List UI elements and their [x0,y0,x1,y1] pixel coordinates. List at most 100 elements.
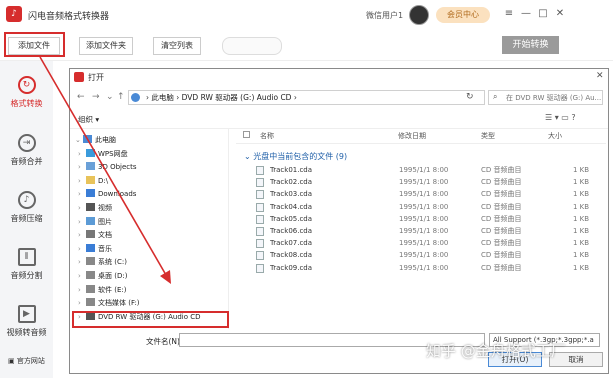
tree-item-label: 文档媒体 (F:) [98,299,140,308]
tree-item-label: 桌面 (D:) [98,272,128,280]
maximize-button[interactable]: □ [537,8,549,20]
close-button[interactable]: ✕ [554,8,566,20]
chevron-icon[interactable]: › [78,284,86,297]
chevron-icon[interactable]: › [78,243,86,256]
chevron-icon[interactable]: › [78,270,86,283]
split-icon: ⫴ [17,248,36,266]
tree-item[interactable]: › WPS网盘 [78,148,128,161]
chevron-icon[interactable]: › [78,161,86,174]
file-row[interactable]: Track04.cda 1995/1/1 8:00 CD 音频曲目 1 KB [256,201,596,213]
select-all-checkbox[interactable] [243,131,250,138]
view-options-icon[interactable]: ☰ ▾ ▭ ? [545,113,576,122]
search-placeholder: 在 DVD RW 驱动器 (G:) Au... [506,94,602,102]
refresh-address-icon[interactable]: ↻ [466,92,474,102]
chevron-icon[interactable]: › [78,188,86,201]
file-name: Track01.cda [270,166,313,174]
organize-menu[interactable]: 组织 ▾ [78,114,99,125]
file-row[interactable]: Track07.cda 1995/1/1 8:00 CD 音频曲目 1 KB [256,237,596,249]
file-type: CD 音频曲目 [481,251,522,260]
add-folder-button[interactable]: 添加文件夹 [79,37,133,55]
drive-icon [86,271,95,279]
sidebar-item-video-to-audio[interactable]: ▶ 视频转音频 [0,305,53,338]
chevron-icon[interactable]: › [78,256,86,269]
tree-item[interactable]: › 3D Objects [78,161,137,174]
file-row[interactable]: Track06.cda 1995/1/1 8:00 CD 音频曲目 1 KB [256,225,596,237]
app-logo-icon: ♪ [6,6,22,22]
column-header-name[interactable]: 名称 [260,131,274,141]
sidebar-item-audio-compress[interactable]: ♪ 音频压缩 [0,191,53,224]
file-date: 1995/1/1 8:00 [399,202,449,211]
tree-item[interactable]: › D:\ [78,175,108,188]
file-row[interactable]: Track01.cda 1995/1/1 8:00 CD 音频曲目 1 KB [256,164,596,176]
file-row[interactable]: Track02.cda 1995/1/1 8:00 CD 音频曲目 1 KB [256,176,596,188]
file-date: 1995/1/1 8:00 [399,178,449,187]
pc-icon [83,135,92,143]
file-type: CD 音频曲目 [481,214,522,223]
file-date: 1995/1/1 8:00 [399,263,449,272]
minimize-button[interactable]: — [520,8,532,20]
chevron-icon[interactable]: › [78,216,86,229]
dialog-command-bar [70,110,608,129]
file-size: 1 KB [573,239,590,248]
file-type: CD 音频曲目 [481,239,522,248]
file-type: CD 音频曲目 [481,263,522,272]
avatar[interactable] [409,5,429,25]
tree-item[interactable]: ⌄ 此电脑 [75,134,116,147]
file-group-label[interactable]: ⌄ 光盘中当前包含的文件 (9) [244,151,347,162]
file-name: Track08.cda [270,251,313,260]
tree-item[interactable]: › 文档媒体 (F:) [78,297,140,310]
file-row[interactable]: Track03.cda 1995/1/1 8:00 CD 音频曲目 1 KB [256,188,596,200]
file-row[interactable]: Track08.cda 1995/1/1 8:00 CD 音频曲目 1 KB [256,249,596,261]
tree-item[interactable]: › 图片 [78,216,112,229]
menu-icon[interactable]: ≡ [503,8,515,20]
tree-item-label: D:\ [98,176,109,185]
file-name: Track05.cda [270,214,313,223]
sidebar-item-format-convert[interactable]: ↻ 格式转换 [0,76,53,109]
column-header-size[interactable]: 大小 [548,131,562,141]
tree-item-label: 视频 [98,204,112,212]
breadcrumb[interactable]: › 此电脑 › DVD RW 驱动器 (G:) Audio CD › [146,92,297,103]
up-arrow-icon[interactable]: ↑ [117,92,125,102]
sidebar-item-label: 音频分割 [10,271,43,280]
page-nav-arrows[interactable] [222,37,282,55]
cda-file-icon [256,214,264,224]
chevron-icon[interactable]: ⌄ [75,134,83,147]
tree-item-label: 图片 [98,217,112,226]
cda-file-icon [256,239,264,249]
start-convert-button[interactable]: 开始转换 [502,36,559,54]
chevron-icon[interactable]: › [78,229,86,242]
file-size: 1 KB [573,214,590,223]
dialog-app-icon [74,72,84,82]
column-header-date[interactable]: 修改日期 [398,131,426,141]
file-size: 1 KB [573,251,590,260]
vip-center-button[interactable]: 会员中心 [436,7,490,23]
tree-item[interactable]: › 视频 [78,202,112,215]
user-name[interactable]: 微信用户1 [366,10,403,21]
app-title: 闪电音频格式转换器 [28,12,110,22]
sidebar-item-audio-merge[interactable]: ⇥ 音频合并 [0,134,53,167]
chevron-icon[interactable]: › [78,202,86,215]
file-size: 1 KB [573,178,590,187]
back-arrow-icon[interactable]: ← [77,92,85,102]
tree-item[interactable]: › Downloads [78,188,136,201]
chevron-icon[interactable]: › [78,297,86,310]
file-size: 1 KB [573,263,590,272]
tree-item[interactable]: › 系统 (C:) [78,256,127,269]
chevron-icon[interactable]: › [78,175,86,188]
chevron-icon[interactable]: › [78,148,86,161]
chevron-down-icon[interactable]: ⌄ [106,92,114,102]
column-header-type[interactable]: 类型 [481,131,495,141]
sidebar-item-audio-split[interactable]: ⫴ 音频分割 [0,248,53,281]
forward-arrow-icon[interactable]: → [92,92,100,102]
sidebar-item-label: 音频合并 [10,157,43,166]
dialog-close-icon[interactable]: ✕ [596,71,604,81]
clear-list-button[interactable]: 清空列表 [153,37,201,55]
tree-item[interactable]: › 软件 (E:) [78,284,126,297]
file-row[interactable]: Track09.cda 1995/1/1 8:00 CD 音频曲目 1 KB [256,262,596,274]
file-row[interactable]: Track05.cda 1995/1/1 8:00 CD 音频曲目 1 KB [256,213,596,225]
tree-item[interactable]: › 文档 [78,229,112,242]
tree-item[interactable]: › 桌面 (D:) [78,270,127,283]
tree-item-label: WPS网盘 [98,149,128,158]
tree-item[interactable]: › 音乐 [78,243,112,256]
official-site-link[interactable]: ▣ 官方网站 [8,356,45,366]
